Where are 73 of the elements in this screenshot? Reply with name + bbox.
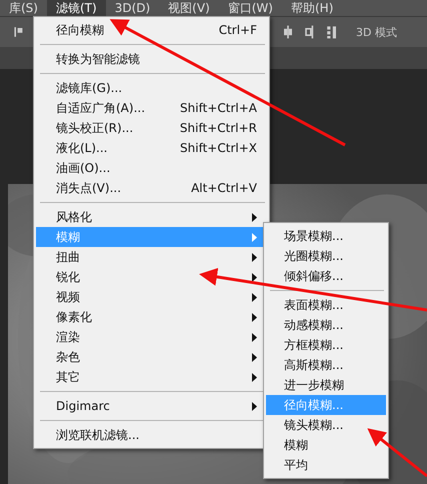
menu-item[interactable]: 镜头校正(R)... Shift+Ctrl+R (36, 118, 267, 138)
menu-item-label: 滤镜库(G)... (56, 80, 122, 96)
menu-item[interactable]: 镜头模糊... (266, 415, 386, 435)
menu-item[interactable]: 径向模糊 Ctrl+F (36, 20, 267, 40)
menu-item[interactable]: 滤镜库(G)... (36, 78, 267, 98)
menu-item-label: 动感模糊... (284, 316, 344, 334)
menu-bar-item[interactable]: 3D(D) (106, 0, 160, 16)
shortcut-label: Ctrl+F (218, 23, 257, 37)
menu-item-label: 浏览联机滤镜... (56, 426, 140, 444)
menu-item-label: 视频 (56, 288, 80, 306)
menu-item-label: 进一步模糊 (284, 376, 344, 394)
menu-bar-item[interactable]: 库(S) (0, 0, 47, 16)
menu-item-label: 像素化 (56, 308, 92, 326)
menu-item-label: 光圈模糊... (284, 248, 344, 264)
menu-item[interactable]: 方框模糊... (266, 335, 386, 355)
menu-bar-item[interactable]: 视图(V) (159, 0, 219, 16)
menu-item[interactable]: 表面模糊... (266, 295, 386, 315)
menu-item-label: 模糊 (284, 436, 308, 454)
3d-mode-label: 3D 模式 (356, 24, 397, 40)
menu-item[interactable]: 油画(O)... (36, 158, 267, 178)
menu-bar-item[interactable]: 窗口(W) (218, 0, 282, 16)
menu-item-label: 渲染 (56, 328, 80, 346)
menu-item-label: 倾斜偏移... (284, 268, 344, 284)
menu-item[interactable]: 视频 (36, 287, 267, 307)
menu-item-label: 消失点(V)... (56, 180, 122, 196)
annotation-arrow (367, 428, 427, 478)
menu-item-label: 场景模糊... (284, 228, 344, 244)
menu-item[interactable]: 动感模糊... (266, 315, 386, 335)
shortcut-label: Alt+Ctrl+V (191, 181, 257, 195)
menu-item[interactable]: 液化(L)... Shift+Ctrl+X (36, 138, 267, 158)
menu-item[interactable]: 光圈模糊... (266, 246, 386, 266)
menu-item-label: 液化(L)... (56, 140, 108, 156)
menu-item[interactable]: 风格化 (36, 207, 267, 227)
menu-item[interactable]: 倾斜偏移... (266, 266, 386, 286)
menu-item-label: 转换为智能滤镜 (56, 50, 140, 68)
menu-item-label: 平均 (284, 456, 308, 474)
menu-item[interactable]: 进一步模糊 (266, 375, 386, 395)
shortcut-label: Shift+Ctrl+R (180, 121, 257, 135)
menu-item[interactable]: 高斯模糊... (266, 355, 386, 375)
menu-bar-item[interactable]: 滤镜(T) (46, 0, 106, 16)
menu-item-label: Digimarc (56, 399, 110, 413)
shortcut-label: Shift+Ctrl+A (180, 101, 257, 115)
menu-item-label: 方框模糊... (284, 336, 344, 354)
menu-item-label: 模糊 (56, 228, 80, 246)
menu-item-label: 镜头校正(R)... (56, 120, 134, 136)
shortcut-label: Shift+Ctrl+X (180, 141, 257, 155)
menu-item[interactable]: Digimarc (36, 396, 267, 416)
menu-item[interactable]: 像素化 (36, 307, 267, 327)
menu-item[interactable]: 浏览联机滤镜... (36, 425, 267, 445)
menu-item[interactable]: 消失点(V)... Alt+Ctrl+V (36, 178, 267, 198)
menu-item[interactable]: 平均 (266, 455, 386, 475)
menu-item[interactable]: 模糊 (266, 435, 386, 455)
menu-item-label: 镜头模糊... (284, 416, 344, 434)
menu-item-label: 高斯模糊... (284, 356, 344, 374)
menu-item[interactable]: 转换为智能滤镜 (36, 49, 267, 69)
menu-item-label: 锐化 (56, 268, 80, 286)
menu-item[interactable]: 自适应广角(A)... Shift+Ctrl+A (36, 98, 267, 118)
menu-item[interactable]: 锐化 (36, 267, 267, 287)
menu-item-label: 风格化 (56, 208, 92, 226)
menu-item-label: 径向模糊... (284, 396, 344, 414)
menu-item[interactable]: 扭曲 (36, 247, 267, 267)
menu-item-label: 杂色 (56, 348, 80, 366)
menu-item[interactable]: 其它 (36, 367, 267, 387)
menu-item-label: 油画(O)... (56, 160, 110, 176)
menu-item-label: 自适应广角(A)... (56, 100, 146, 116)
menu-item[interactable]: 杂色 (36, 347, 267, 367)
menu-item[interactable]: 渲染 (36, 327, 267, 347)
menu-item[interactable]: 场景模糊... (266, 226, 386, 246)
menu-item-label: 扭曲 (56, 248, 80, 266)
menu-item-label: 表面模糊... (284, 296, 344, 314)
menu-bar-item[interactable]: 帮助(H) (282, 0, 342, 16)
menu-item-label: 径向模糊 (56, 22, 104, 38)
menu-item-label: 其它 (56, 368, 80, 386)
